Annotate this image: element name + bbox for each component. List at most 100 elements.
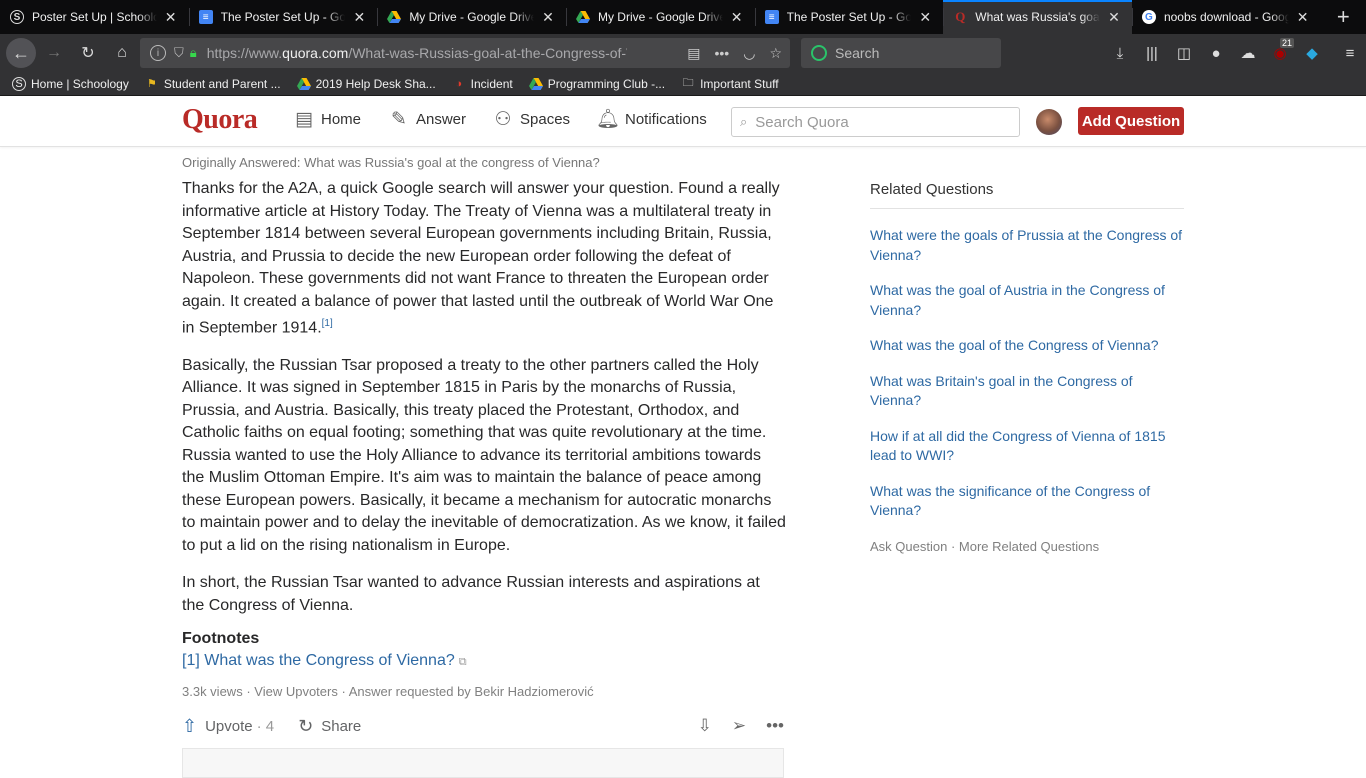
nav-notifications[interactable]: 🔔︎ Notifications <box>596 108 707 130</box>
share-icon: ↻ <box>298 715 314 736</box>
account-icon[interactable]: ● <box>1200 45 1232 62</box>
extension-icon[interactable]: ☁ <box>1232 44 1264 62</box>
close-icon[interactable]: ✕ <box>163 9 179 26</box>
url-text[interactable]: https://www.quora.com/What-was-Russias-g… <box>207 45 627 61</box>
comment-area[interactable] <box>182 748 784 778</box>
reload-button[interactable]: ↻ <box>72 37 104 69</box>
add-question-button[interactable]: Add Question <box>1078 107 1184 135</box>
drive-icon <box>575 10 590 24</box>
quora-search-input[interactable]: ⌕ Search Quora <box>731 107 1020 137</box>
view-upvoters-link[interactable]: View Upvoters <box>254 684 338 699</box>
footnotes-heading: Footnotes <box>182 630 260 647</box>
forward-button[interactable]: → <box>38 37 70 69</box>
close-icon[interactable]: ✕ <box>540 9 556 26</box>
tab-title: The Poster Set Up - Google Docs <box>786 10 912 24</box>
extension-blue-icon[interactable]: ◆ <box>1296 44 1328 62</box>
close-icon[interactable]: ✕ <box>1295 9 1311 26</box>
share-button[interactable]: ↻ Share <box>298 716 361 737</box>
docs-icon: ≡ <box>764 10 779 24</box>
related-question-link[interactable]: What was the goal of Austria in the Cong… <box>870 281 1184 320</box>
new-tab-button[interactable]: + <box>1321 0 1366 34</box>
browser-tab[interactable]: ≡ The Poster Set Up - Google Docs ✕ <box>754 0 944 34</box>
tab-bar: S Poster Set Up | Schoology ✕ ≡ The Post… <box>0 0 1366 34</box>
lock-icon[interactable]: 🔒︎ <box>190 45 197 61</box>
more-options-icon[interactable]: ••• <box>766 716 784 736</box>
bookmark-item[interactable]: ⚑ Student and Parent ... <box>145 77 281 91</box>
close-icon[interactable]: ✕ <box>917 9 933 26</box>
more-related-link[interactable]: More Related Questions <box>959 539 1099 554</box>
back-button[interactable]: ← <box>6 38 36 68</box>
close-icon[interactable]: ✕ <box>351 9 367 26</box>
browser-tab[interactable]: G noobs download - Google Search ✕ <box>1131 0 1321 34</box>
related-question-link[interactable]: What were the goals of Prussia at the Co… <box>870 226 1184 265</box>
view-count: 3.3k views <box>182 684 243 699</box>
upvote-label: Upvote <box>205 717 253 735</box>
nav-label: Spaces <box>520 110 571 128</box>
page-actions-icon[interactable]: ••• <box>715 45 730 62</box>
sidebar-icon[interactable]: ◫ <box>1168 44 1200 62</box>
related-question-link[interactable]: What was the goal of the Congress of Vie… <box>870 336 1184 356</box>
reader-view-icon[interactable]: ▤ <box>687 45 700 62</box>
bookmark-item[interactable]: 2019 Help Desk Sha... <box>296 76 436 91</box>
ask-question-link[interactable]: Ask Question <box>870 539 947 554</box>
schoology-icon: S <box>10 10 24 24</box>
citation-link[interactable]: [1] <box>322 318 333 329</box>
info-icon[interactable]: i <box>150 45 166 61</box>
bookmark-label: 2019 Help Desk Sha... <box>315 76 436 91</box>
related-question-link[interactable]: What was Britain's goal in the Congress … <box>870 372 1184 411</box>
schoology-icon: S <box>12 76 26 91</box>
menu-icon[interactable]: ≡ <box>1334 45 1366 62</box>
ublock-icon[interactable]: ◉ 21 <box>1264 38 1296 62</box>
nav-answer[interactable]: ✎ Answer <box>388 108 466 130</box>
related-questions-list: What were the goals of Prussia at the Co… <box>870 226 1184 537</box>
download-icon[interactable]: ⤓ <box>1104 45 1136 62</box>
bookmark-item[interactable]: ◑ Incident <box>452 76 513 91</box>
originally-answered[interactable]: Originally Answered: What was Russia's g… <box>182 155 600 170</box>
navigation-bar: ← → ↻ ⌂ i ⛉ 🔒︎ https://www.quora.com/Wha… <box>0 34 1366 72</box>
search-icon: ⌕ <box>740 114 748 129</box>
nav-label: Home <box>321 110 362 128</box>
url-bar[interactable]: i ⛉ 🔒︎ https://www.quora.com/What-was-Ru… <box>140 38 790 68</box>
bookmark-label: Programming Club -... <box>547 76 666 91</box>
shield-icon[interactable]: ⛉ <box>174 45 184 61</box>
browser-tab[interactable]: My Drive - Google Drive ✕ <box>565 0 755 34</box>
bookmark-label: Incident <box>470 76 513 91</box>
bookmark-item[interactable]: Programming Club -... <box>528 76 666 91</box>
browser-tab[interactable]: ≡ The Poster Set Up - Google Docs ✕ <box>188 0 378 34</box>
close-icon[interactable]: ✕ <box>729 9 745 26</box>
browser-tab-active[interactable]: Q What was Russia's goal at the Congress… <box>943 0 1132 34</box>
answer-paragraph: Basically, the Russian Tsar proposed a t… <box>182 356 786 554</box>
home-button[interactable]: ⌂ <box>106 37 138 69</box>
quora-icon: Q <box>955 9 966 24</box>
url-actions: ▤ ••• ◡ ☆ <box>687 45 782 62</box>
footnote-link[interactable]: [1] What was the Congress of Vienna? ⧉ <box>182 652 467 670</box>
bookmark-item[interactable]: 🗀︎ Important Stuff <box>681 77 779 91</box>
close-icon[interactable]: ✕ <box>1106 9 1122 26</box>
send-icon[interactable]: ➢ <box>732 716 746 736</box>
notification-count: 21 <box>1280 38 1295 48</box>
bookmark-star-icon[interactable]: ☆ <box>769 45 782 62</box>
downvote-icon[interactable]: ⇩ <box>698 716 712 736</box>
browser-tab[interactable]: S Poster Set Up | Schoology ✕ <box>0 0 189 34</box>
tab-title: Poster Set Up | Schoology <box>32 10 157 24</box>
spaces-icon: ⚇ <box>494 108 512 130</box>
answer-paragraph: In short, the Russian Tsar wanted to adv… <box>182 574 760 614</box>
nav-spaces[interactable]: ⚇ Spaces <box>492 108 570 130</box>
upvote-button[interactable]: ⇧ Upvote · 4 <box>182 716 274 737</box>
browser-search-input[interactable]: Search <box>801 38 1001 68</box>
browser-tab[interactable]: My Drive - Google Drive ✕ <box>377 0 566 34</box>
tab-title: What was Russia's goal at the Congress <box>975 10 1100 24</box>
pocket-icon[interactable]: ◡ <box>743 45 755 62</box>
answer-body: Thanks for the A2A, a quick Google searc… <box>182 178 786 632</box>
quora-logo[interactable]: Quora <box>182 104 258 136</box>
bookmark-item[interactable]: S Home | Schoology <box>12 76 129 91</box>
bookmark-label: Home | Schoology <box>31 76 129 91</box>
answer-secondary-actions: ⇩ ➢ ••• <box>698 716 784 736</box>
related-question-link[interactable]: How if at all did the Congress of Vienna… <box>870 427 1184 466</box>
drive-icon <box>528 77 543 91</box>
footnote-text[interactable]: [1] What was the Congress of Vienna? <box>182 652 455 669</box>
related-question-link[interactable]: What was the significance of the Congres… <box>870 482 1184 521</box>
nav-home[interactable]: ▤ Home <box>293 108 361 130</box>
library-icon[interactable]: ||| <box>1136 45 1168 62</box>
avatar[interactable] <box>1036 109 1062 135</box>
